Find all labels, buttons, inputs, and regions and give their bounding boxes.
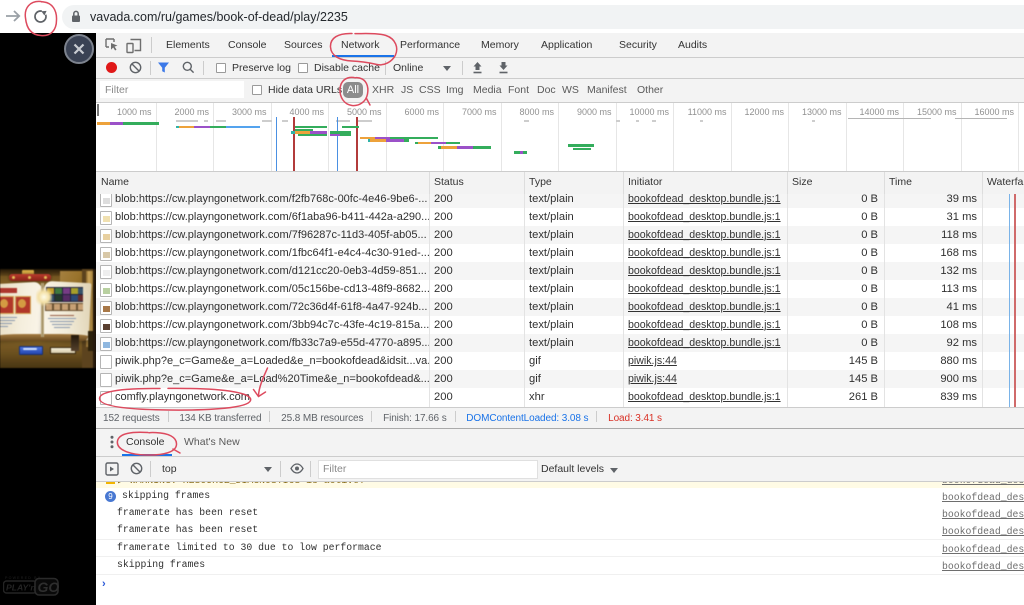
- svg-text:PLAY'n: PLAY'n: [6, 583, 36, 593]
- svg-text:GO: GO: [38, 579, 60, 595]
